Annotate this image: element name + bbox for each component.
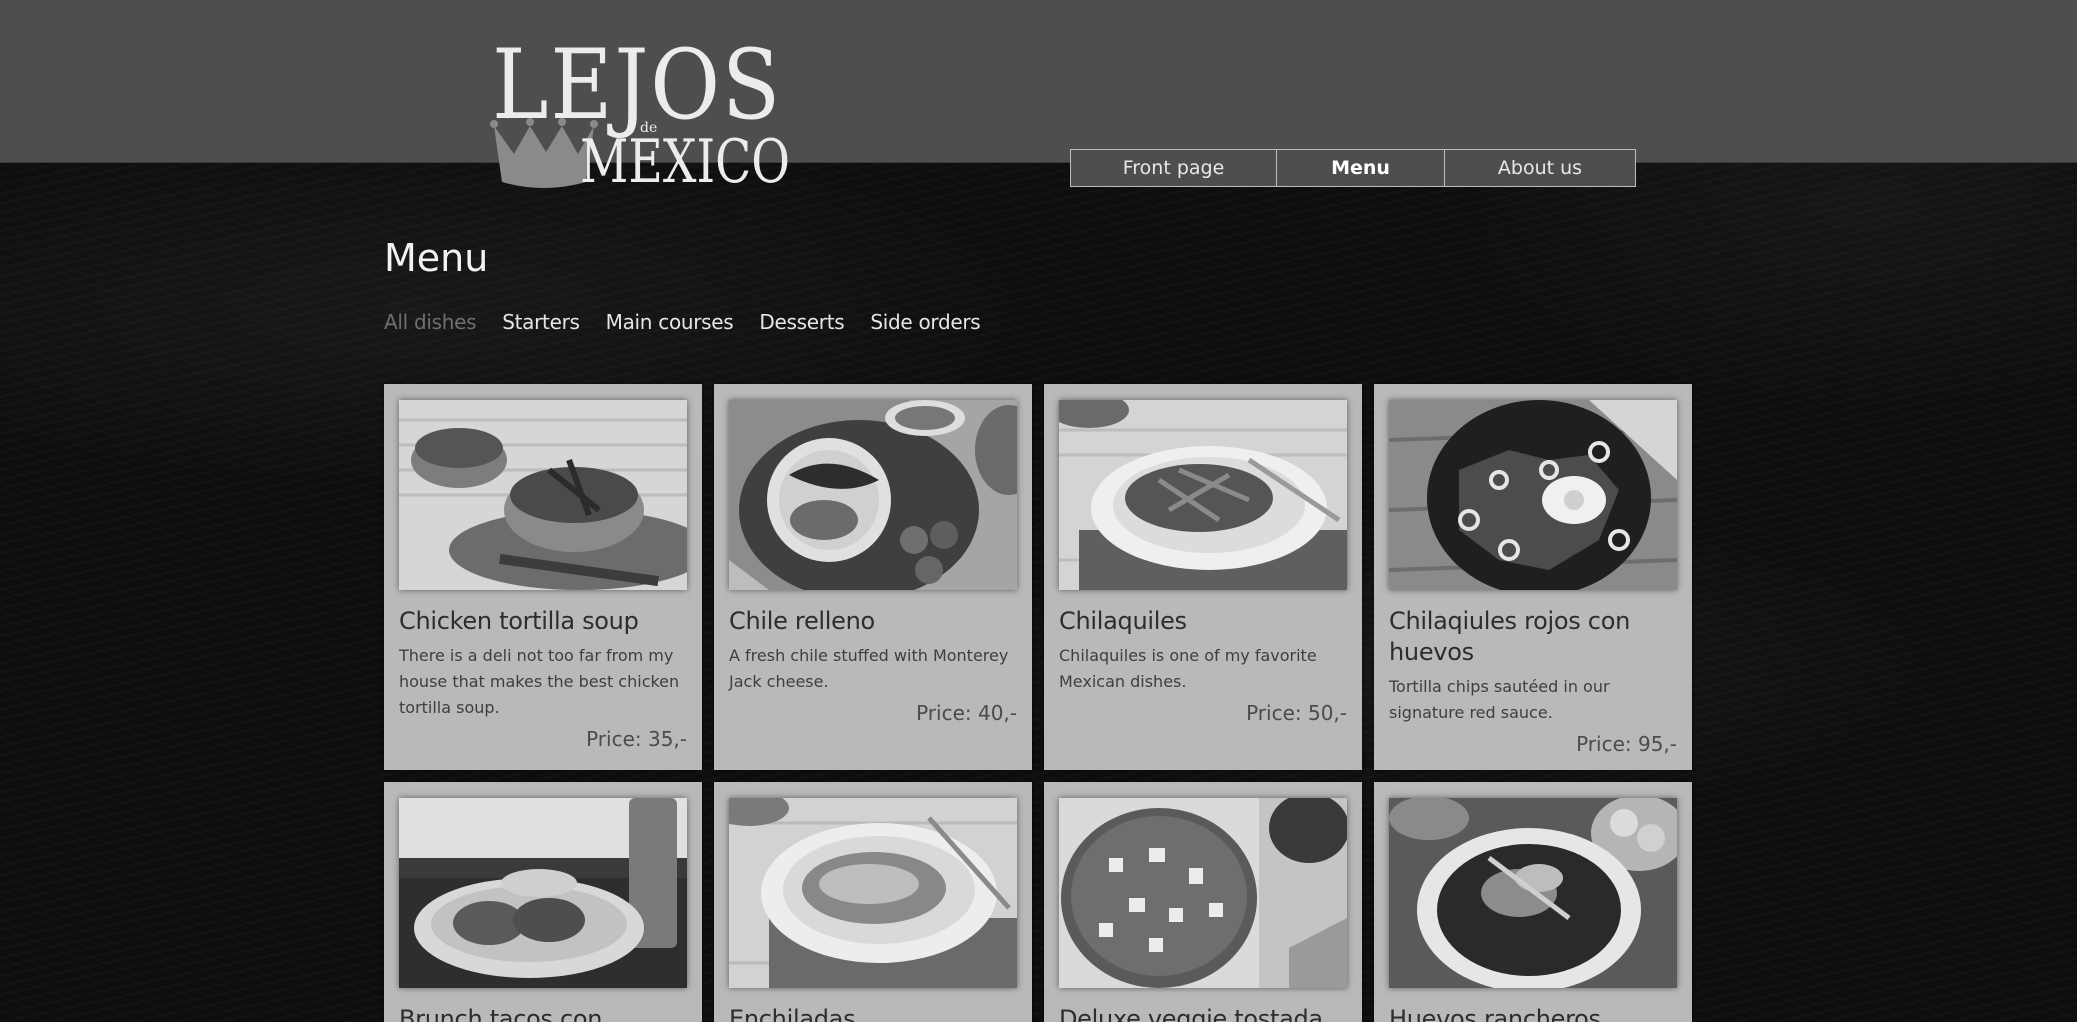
dish-name[interactable]: Chilaqiules rojos con huevos — [1389, 606, 1677, 668]
dish-card[interactable]: Chicken tortilla soup There is a deli no… — [384, 384, 702, 770]
filter-all-dishes[interactable]: All dishes — [384, 310, 477, 334]
dish-description: Tortilla chips sautéed in our signature … — [1389, 677, 1610, 722]
nav-menu[interactable]: Menu — [1276, 149, 1445, 187]
filter-desserts[interactable]: Desserts — [759, 310, 844, 334]
dish-name[interactable]: Chile relleno — [729, 606, 1017, 637]
dish-card[interactable]: Chilaqiules rojos con huevos Tortilla ch… — [1374, 384, 1692, 770]
dish-name[interactable]: Enchiladas — [729, 1004, 1017, 1022]
dish-card[interactable]: Deluxe veggie tostada — [1044, 782, 1362, 1022]
dish-name[interactable]: Chicken tortilla soup — [399, 606, 687, 637]
chilaquiles-plate-photo[interactable] — [1059, 400, 1347, 590]
dish-price: Price: 35,- — [586, 727, 687, 751]
dish-price: Price: 40,- — [916, 701, 1017, 725]
dish-name[interactable]: Brunch tacos con — [399, 1004, 687, 1022]
chilaquiles-egg-photo[interactable] — [1389, 400, 1677, 590]
category-filters: All dishes Starters Main courses Dessert… — [384, 310, 981, 334]
dish-description: A fresh chile stuffed with Monterey Jack… — [729, 646, 1009, 691]
dish-name[interactable]: Deluxe veggie tostada — [1059, 1004, 1347, 1022]
filter-starters[interactable]: Starters — [502, 310, 580, 334]
dish-card[interactable]: Huevos rancheros — [1374, 782, 1692, 1022]
filter-main-courses[interactable]: Main courses — [606, 310, 734, 334]
site-logo[interactable]: LEJOS de MEXICO — [488, 34, 793, 194]
dish-card[interactable]: Brunch tacos con — [384, 782, 702, 1022]
soup-bowl-photo[interactable] — [399, 400, 687, 590]
main-nav: Front page Menu About us — [1070, 149, 1636, 187]
logo-wordmark-bottom: MEXICO — [580, 127, 790, 194]
filter-side-orders[interactable]: Side orders — [870, 310, 980, 334]
logo-wordmark-top: LEJOS — [492, 34, 782, 141]
dish-description: Chilaquiles is one of my favorite Mexica… — [1059, 646, 1317, 691]
dish-card[interactable]: Chilaquiles Chilaquiles is one of my fav… — [1044, 384, 1362, 770]
dish-description: There is a deli not too far from my hous… — [399, 646, 680, 717]
dish-price: Price: 50,- — [1246, 701, 1347, 725]
dish-name[interactable]: Chilaquiles — [1059, 606, 1347, 637]
nav-front-page[interactable]: Front page — [1070, 149, 1277, 187]
huevos-rancheros-photo[interactable] — [1389, 798, 1677, 988]
tostada-photo[interactable] — [1059, 798, 1347, 988]
site-header — [0, 0, 2077, 163]
dish-price: Price: 95,- — [1576, 732, 1677, 756]
dish-grid: Chicken tortilla soup There is a deli no… — [384, 384, 1692, 1022]
dish-card[interactable]: Enchiladas — [714, 782, 1032, 1022]
enchiladas-plate-photo[interactable] — [729, 798, 1017, 988]
dish-card[interactable]: Chile relleno A fresh chile stuffed with… — [714, 384, 1032, 770]
dish-name[interactable]: Huevos rancheros — [1389, 1004, 1677, 1022]
tacos-plate-photo[interactable] — [399, 798, 687, 988]
stuffed-chile-photo[interactable] — [729, 400, 1017, 590]
nav-about-us[interactable]: About us — [1444, 149, 1636, 187]
page-title: Menu — [384, 236, 489, 280]
